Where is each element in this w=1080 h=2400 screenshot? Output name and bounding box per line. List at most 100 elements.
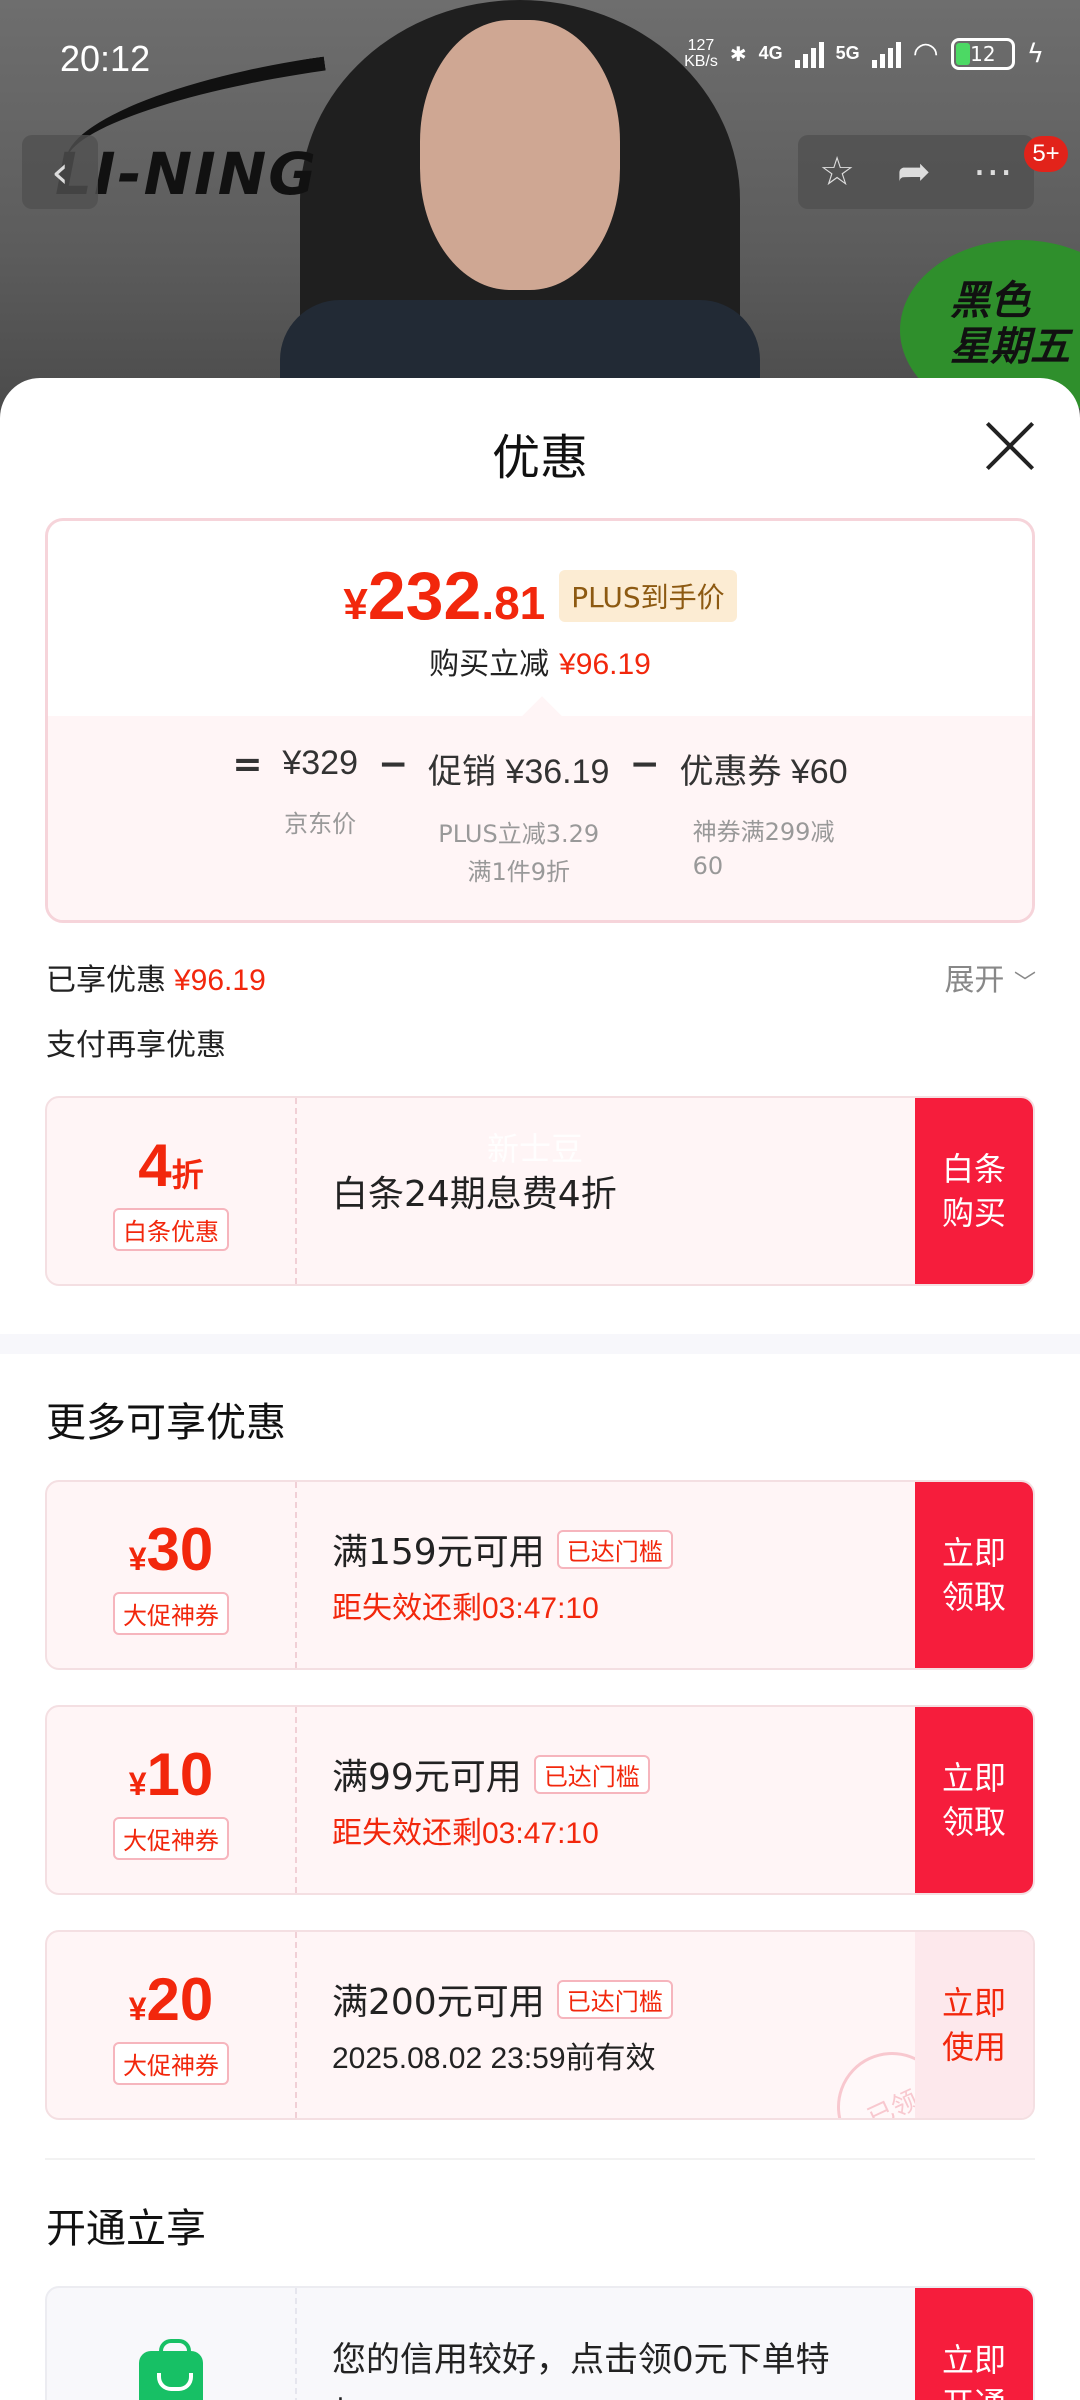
battery-icon: 12 bbox=[950, 37, 1015, 70]
coupon-detail-1: 神券满299减 bbox=[692, 818, 835, 846]
offer-amount-block: 4折 白条优惠 bbox=[47, 1098, 297, 1284]
instant-discount-label: 购买立减 bbox=[429, 647, 550, 682]
coupon-amount: 20 bbox=[146, 1966, 214, 2033]
signal-4g-label: 4G bbox=[758, 43, 783, 63]
shopping-bag-icon bbox=[139, 2339, 203, 2400]
claim-coupon-button[interactable]: 立即 领取 bbox=[915, 1707, 1033, 1893]
share-icon[interactable]: ➦ bbox=[897, 149, 931, 195]
breakdown-row: = ¥329 京东价 − 促销 ¥36.19 PLUS立减3.29 满1件9折 … bbox=[48, 744, 1032, 891]
chevron-down-icon: ﹀ bbox=[1013, 971, 1036, 996]
offer-title: 白条24期息费4折 bbox=[332, 1174, 617, 1215]
discount-sheet: 优惠 ¥232.81 PLUS到手价 购买立减 ¥96.19 = ¥329 京东价 bbox=[0, 378, 1080, 2400]
battery-level: 12 bbox=[970, 41, 996, 66]
credit-offer-info: 您的信用较好，点击领0元下单特 权 bbox=[332, 2288, 830, 2400]
enjoyed-discount: 已享优惠 ¥96.19 bbox=[46, 955, 266, 999]
claim-coupon-button[interactable]: 立即 领取 bbox=[915, 1482, 1033, 1668]
enjoyed-value: ¥96.19 bbox=[174, 964, 266, 997]
promo-detail-2: 满1件9折 bbox=[467, 858, 570, 886]
credit-offer-title-cont: 权 bbox=[332, 2387, 830, 2400]
jd-price: ¥329 bbox=[282, 744, 358, 782]
coupon-info: 满99元可用 已达门槛 距失效还剩03:47:10 bbox=[332, 1707, 650, 1893]
coupon-amount: 30 bbox=[146, 1516, 214, 1583]
coupon-detail: 神券满299减 60 bbox=[693, 815, 835, 883]
enjoyed-label: 已享优惠 bbox=[46, 963, 166, 998]
coupon-card: ¥30 大促神券 满159元可用 已达门槛 距失效还剩03:47:10 立即领取 bbox=[45, 1480, 1035, 1670]
baitiao-offer: 4折 白条优惠 新士豆 白条24期息费4折 白条 购买 bbox=[45, 1096, 1035, 1286]
pay-more-label: 支付再享优惠 bbox=[46, 1028, 226, 1063]
coupon-title: 满99元可用 bbox=[332, 1757, 522, 1798]
expand-label: 展开 bbox=[944, 963, 1005, 998]
button-line2: 开通 bbox=[942, 2382, 1006, 2400]
status-icons: 127 KB/s ✱ 4G 5G ◠ 12 ϟ bbox=[684, 36, 1044, 71]
offer-amount-unit: 折 bbox=[171, 1157, 204, 1193]
coupon-detail-2: 60 bbox=[692, 852, 724, 880]
app-icon-block bbox=[47, 2288, 297, 2400]
coupon-amount-block: ¥10 大促神券 bbox=[47, 1707, 297, 1893]
equals-sign: = bbox=[232, 744, 263, 785]
coupon-title-row: 满200元可用 已达门槛 bbox=[332, 1973, 673, 2025]
credit-offer-card: 您的信用较好，点击领0元下单特 权 立即开通 bbox=[45, 2286, 1035, 2400]
back-icon: ‹ bbox=[51, 146, 69, 198]
offer-amount: 4折 bbox=[138, 1131, 203, 1200]
coupon-yen: ¥ bbox=[128, 1766, 147, 1802]
coupon-amount-block: ¥20 大促神券 bbox=[47, 1932, 297, 2118]
button-line2: 领取 bbox=[941, 1803, 1006, 1841]
promo-badge-line2: 星期五 bbox=[950, 324, 1070, 370]
promo-detail: PLUS立减3.29 满1件9折 bbox=[438, 815, 599, 891]
button-line1: 立即 bbox=[941, 1534, 1006, 1572]
plus-price-tag: PLUS到手价 bbox=[559, 570, 737, 622]
instant-discount-value: ¥96.19 bbox=[559, 648, 651, 681]
star-icon[interactable]: ☆ bbox=[819, 149, 855, 195]
more-offers-title: 更多可享优惠 bbox=[46, 1400, 286, 1446]
section-divider bbox=[45, 2158, 1035, 2160]
signal-bars-icon bbox=[871, 40, 901, 68]
coupon-title: 满159元可用 bbox=[332, 1532, 545, 1573]
offer-amount-value: 4 bbox=[138, 1132, 172, 1199]
price-card: ¥232.81 PLUS到手价 购买立减 ¥96.19 = ¥329 京东价 − … bbox=[45, 518, 1035, 923]
bluetooth-icon: ✱ bbox=[729, 41, 747, 66]
final-price-integer: 232 bbox=[367, 558, 482, 634]
close-icon[interactable] bbox=[982, 418, 1038, 474]
price-summary: ¥232.81 PLUS到手价 购买立减 ¥96.19 bbox=[48, 521, 1032, 716]
activate-button[interactable]: 立即开通 bbox=[915, 2288, 1033, 2400]
more-icon[interactable]: ⋯ bbox=[973, 149, 1013, 195]
coupon-tag: 大促神券 bbox=[113, 1817, 229, 1860]
button-line1: 立即 bbox=[941, 1759, 1006, 1797]
coupon-title-row: 满99元可用 已达门槛 bbox=[332, 1748, 650, 1800]
coupon-yen: ¥ bbox=[128, 1541, 147, 1577]
net-speed-unit: KB/s bbox=[684, 52, 718, 70]
message-badge: 5+ bbox=[1024, 136, 1068, 172]
offer-info: 白条24期息费4折 bbox=[332, 1098, 617, 1284]
back-button[interactable]: ‹ bbox=[22, 135, 98, 209]
expand-toggle[interactable]: 展开 ﹀ bbox=[944, 955, 1036, 999]
baitiao-buy-button[interactable]: 白条 购买 bbox=[915, 1098, 1033, 1284]
coupon-amount-block: ¥30 大促神券 bbox=[47, 1482, 297, 1668]
threshold-reached-badge: 已达门槛 bbox=[556, 1529, 673, 1569]
top-actions-bar: ☆ ➦ ⋯ bbox=[798, 135, 1034, 209]
jd-price-col: ¥329 京东价 bbox=[282, 744, 358, 843]
coupon-expiry: 2025.08.02 23:59前有效 bbox=[332, 2042, 656, 2075]
coupon-col: 优惠券 ¥60 神券满299减 60 bbox=[679, 744, 847, 883]
coupon-value: ¥10 bbox=[129, 1740, 214, 1809]
promo-detail-1: PLUS立减3.29 bbox=[438, 820, 600, 848]
open-offers-title: 开通立享 bbox=[46, 2206, 206, 2252]
coupon-info: 满159元可用 已达门槛 距失效还剩03:47:10 bbox=[332, 1482, 673, 1668]
wifi-icon: ◠ bbox=[912, 36, 939, 71]
jd-price-label: 京东价 bbox=[284, 810, 357, 838]
coupon-card: ¥10 大促神券 满99元可用 已达门槛 距失效还剩03:47:10 立即领取 bbox=[45, 1705, 1035, 1895]
minus-sign: − bbox=[629, 744, 660, 785]
final-price-yen: ¥ bbox=[343, 580, 368, 629]
credit-offer-title: 您的信用较好，点击领0元下单特 bbox=[332, 2340, 830, 2380]
button-line2: 使用 bbox=[941, 2028, 1006, 2066]
coupon-title: 满200元可用 bbox=[332, 1982, 545, 2023]
coupon-value: ¥20 bbox=[129, 1965, 214, 2034]
coupon-tag: 大促神券 bbox=[113, 2042, 229, 2085]
use-coupon-button[interactable]: 立即 使用 bbox=[915, 1932, 1033, 2118]
button-line2: 领取 bbox=[941, 1578, 1006, 1616]
coupon-tag: 大促神券 bbox=[113, 1592, 229, 1635]
threshold-reached-badge: 已达门槛 bbox=[533, 1754, 650, 1794]
promo-col: 促销 ¥36.19 PLUS立减3.29 满1件9折 bbox=[428, 744, 609, 891]
offer-tag: 白条优惠 bbox=[113, 1208, 229, 1251]
promo-amount: 促销 ¥36.19 bbox=[428, 753, 610, 791]
minus-sign: − bbox=[378, 744, 409, 785]
